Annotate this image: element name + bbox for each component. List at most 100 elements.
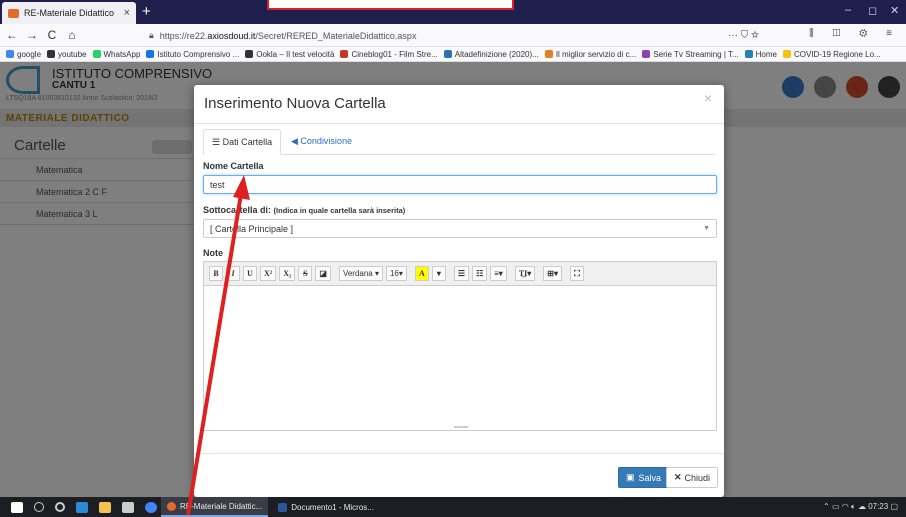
chrome-icon[interactable] — [145, 501, 157, 513]
bookmark-label: WhatsApp — [103, 49, 141, 59]
parent-folder-select[interactable]: [ Cartella Principale ] ▼ — [203, 219, 717, 238]
fullscreen-icon[interactable]: ⛶ — [570, 266, 585, 281]
tab-dati-cartella[interactable]: ☰ Dati Cartella — [203, 129, 282, 155]
modal-footer-divider — [194, 453, 724, 454]
search-icon[interactable] — [34, 502, 44, 512]
unordered-list-icon[interactable]: ☰ — [453, 266, 470, 281]
forward-icon[interactable]: → — [24, 28, 40, 42]
bookmark-label: Altadefinizione (2020)... — [454, 49, 539, 59]
new-folder-modal: Inserimento Nuova Cartella × ☰ Dati Cart… — [194, 85, 724, 497]
bold-button[interactable]: B — [209, 266, 223, 281]
bookmark-label: youtube — [58, 49, 87, 59]
bookmark-item[interactable]: COVID-19 Regione Lo... — [783, 50, 881, 59]
tab-close-icon[interactable]: × — [124, 7, 130, 19]
resize-handle[interactable] — [454, 426, 468, 428]
browser-menu-icons[interactable]: ⫼ ◫ ⚙ ≡ — [809, 28, 900, 39]
parent-label: Sottocartella di: (Indica in quale carte… — [203, 205, 405, 215]
bookmark-favicon-icon — [47, 50, 56, 58]
task-view-icon[interactable] — [55, 502, 65, 512]
close-button[interactable]: ✕ Chiudi — [666, 467, 719, 488]
ordered-list-icon[interactable]: ☷ — [472, 266, 488, 281]
taskbar-app-word-label: Documento1 - Micros... — [291, 502, 374, 512]
parent-label-text: Sottocartella di: — [203, 205, 272, 215]
bookmark-item[interactable]: Home — [744, 49, 777, 59]
font-select[interactable]: Verdana ▾ — [338, 266, 383, 281]
tab-condivisione-label: Condivisione — [300, 136, 352, 146]
save-icon: ▣ — [626, 472, 635, 482]
tab-title: RE-Materiale Didattico — [24, 8, 115, 18]
taskbar-app-word[interactable]: Documento1 - Micros... — [272, 497, 380, 517]
underline-button[interactable]: U — [243, 266, 257, 281]
annotation-red-box — [267, 0, 514, 10]
italic-button[interactable]: I — [226, 266, 240, 281]
address-bar[interactable]: 🔒︎ https://re22. axiosdoud.it/Secret/RERE… — [149, 27, 765, 44]
notes-label: Note — [203, 248, 223, 258]
bookmark-item[interactable]: Il miglior servizio di c... — [544, 49, 637, 59]
home-icon[interactable]: ⌂ — [64, 28, 80, 42]
bookmark-favicon-icon — [92, 50, 101, 58]
bookmark-item[interactable]: Cineblog01 - Film Stre... — [340, 50, 438, 59]
bookmark-item[interactable]: google — [6, 50, 41, 59]
save-button[interactable]: ▣ Salva — [618, 467, 670, 488]
bookmark-item[interactable]: Istituto Comprensivo ... — [146, 50, 239, 59]
name-label: Nome Cartella — [203, 161, 264, 171]
parent-folder-value: [ Cartella Principale ] — [210, 224, 294, 234]
bookmark-label: Serie Tv Streaming | T... — [653, 49, 739, 59]
bookmark-label: Il miglior servizio di c... — [555, 49, 637, 59]
modal-close-icon[interactable]: × — [704, 90, 712, 106]
navigation-bar: ← → C ⌂ 🔒︎ https://re22. axiosdoud.it/Sec… — [0, 24, 906, 47]
folder-name-input[interactable]: test — [203, 175, 717, 194]
align-icon[interactable]: ≡▾ — [490, 266, 507, 281]
font-size-select[interactable]: 16▾ — [385, 266, 407, 281]
clock: 07:23 — [868, 502, 889, 511]
taskbar-app-firefox-label: RE-Materiale Didattic... — [180, 501, 263, 511]
text-style-icon[interactable]: T͟I▾ — [514, 266, 536, 281]
bookmark-item[interactable]: Serie Tv Streaming | T... — [642, 49, 739, 59]
url-actions-icon[interactable]: ··· ⛉ ☆ — [728, 30, 759, 41]
system-tray[interactable]: ⌃ ▭ ◠ 🔈︎ ☁︎ 07:23 ▢ — [823, 502, 898, 512]
minimize-icon[interactable]: – — [845, 4, 851, 16]
windows-taskbar: RE-Materiale Didattic... Documento1 - Mi… — [0, 497, 906, 517]
modal-title: Inserimento Nuova Cartella — [204, 95, 386, 112]
superscript-button[interactable]: X² — [260, 266, 277, 281]
bookmark-item[interactable]: Ookla – Il test velocità — [245, 50, 334, 59]
firefox-icon — [167, 501, 176, 511]
bookmark-label: Ookla – Il test velocità — [256, 49, 335, 59]
tab-condivisione[interactable]: ◀ Condivisione — [283, 129, 360, 155]
table-icon[interactable]: ⊞▾ — [543, 266, 563, 281]
bookmark-item[interactable]: youtube — [47, 49, 87, 59]
text-color-dropdown-icon[interactable]: ▾ — [431, 266, 446, 281]
window-close-icon[interactable]: ✕ — [890, 4, 899, 17]
reload-icon[interactable]: C — [44, 28, 60, 42]
taskbar-app-firefox[interactable]: RE-Materiale Didattic... — [161, 497, 269, 517]
maximize-icon[interactable]: ◻ — [868, 4, 877, 17]
bookmark-item[interactable]: WhatsApp — [92, 49, 141, 59]
bookmark-item[interactable]: Altadefinizione (2020)... — [443, 49, 539, 59]
store-icon[interactable] — [122, 501, 134, 513]
bookmark-favicon-icon — [340, 50, 349, 58]
bookmarks-bar: google youtube WhatsApp Istituto Comprensiv… — [0, 47, 906, 62]
bookmark-label: google — [17, 49, 42, 59]
subscript-button[interactable]: X₂ — [279, 266, 296, 281]
file-explorer-icon[interactable] — [99, 501, 111, 513]
bookmark-favicon-icon — [544, 50, 553, 58]
strikethrough-button[interactable]: S — [298, 266, 313, 281]
text-color-button[interactable]: A — [414, 266, 429, 281]
notifications-icon: ▢ — [888, 502, 898, 511]
windows-start-icon[interactable] — [11, 501, 23, 513]
bookmark-label: Home — [755, 49, 777, 59]
browser-tab[interactable]: RE-Materiale Didattico × — [2, 2, 136, 24]
notes-editor[interactable]: B I U X² X₂ S ◪ Verdana ▾ 16▾ A ▾ ☰ ☷ ≡▾… — [203, 261, 717, 431]
tab-dati-cartella-label: Dati Cartella — [222, 137, 273, 147]
url-path: /Secret/RERED_MaterialeDidattico.aspx — [255, 30, 417, 41]
bookmark-label: COVID-19 Regione Lo... — [794, 49, 881, 59]
edge-icon[interactable] — [76, 501, 88, 513]
bookmark-favicon-icon — [6, 50, 14, 58]
back-icon[interactable]: ← — [4, 28, 20, 42]
modal-tabs: ☰ Dati Cartella ◀ Condivisione — [203, 129, 715, 155]
eraser-icon[interactable]: ◪ — [315, 266, 331, 281]
close-label: Chiudi — [684, 472, 711, 483]
new-tab-button[interactable]: + — [142, 3, 151, 20]
chevron-down-icon: ▼ — [703, 225, 710, 232]
close-icon: ✕ — [674, 472, 682, 482]
